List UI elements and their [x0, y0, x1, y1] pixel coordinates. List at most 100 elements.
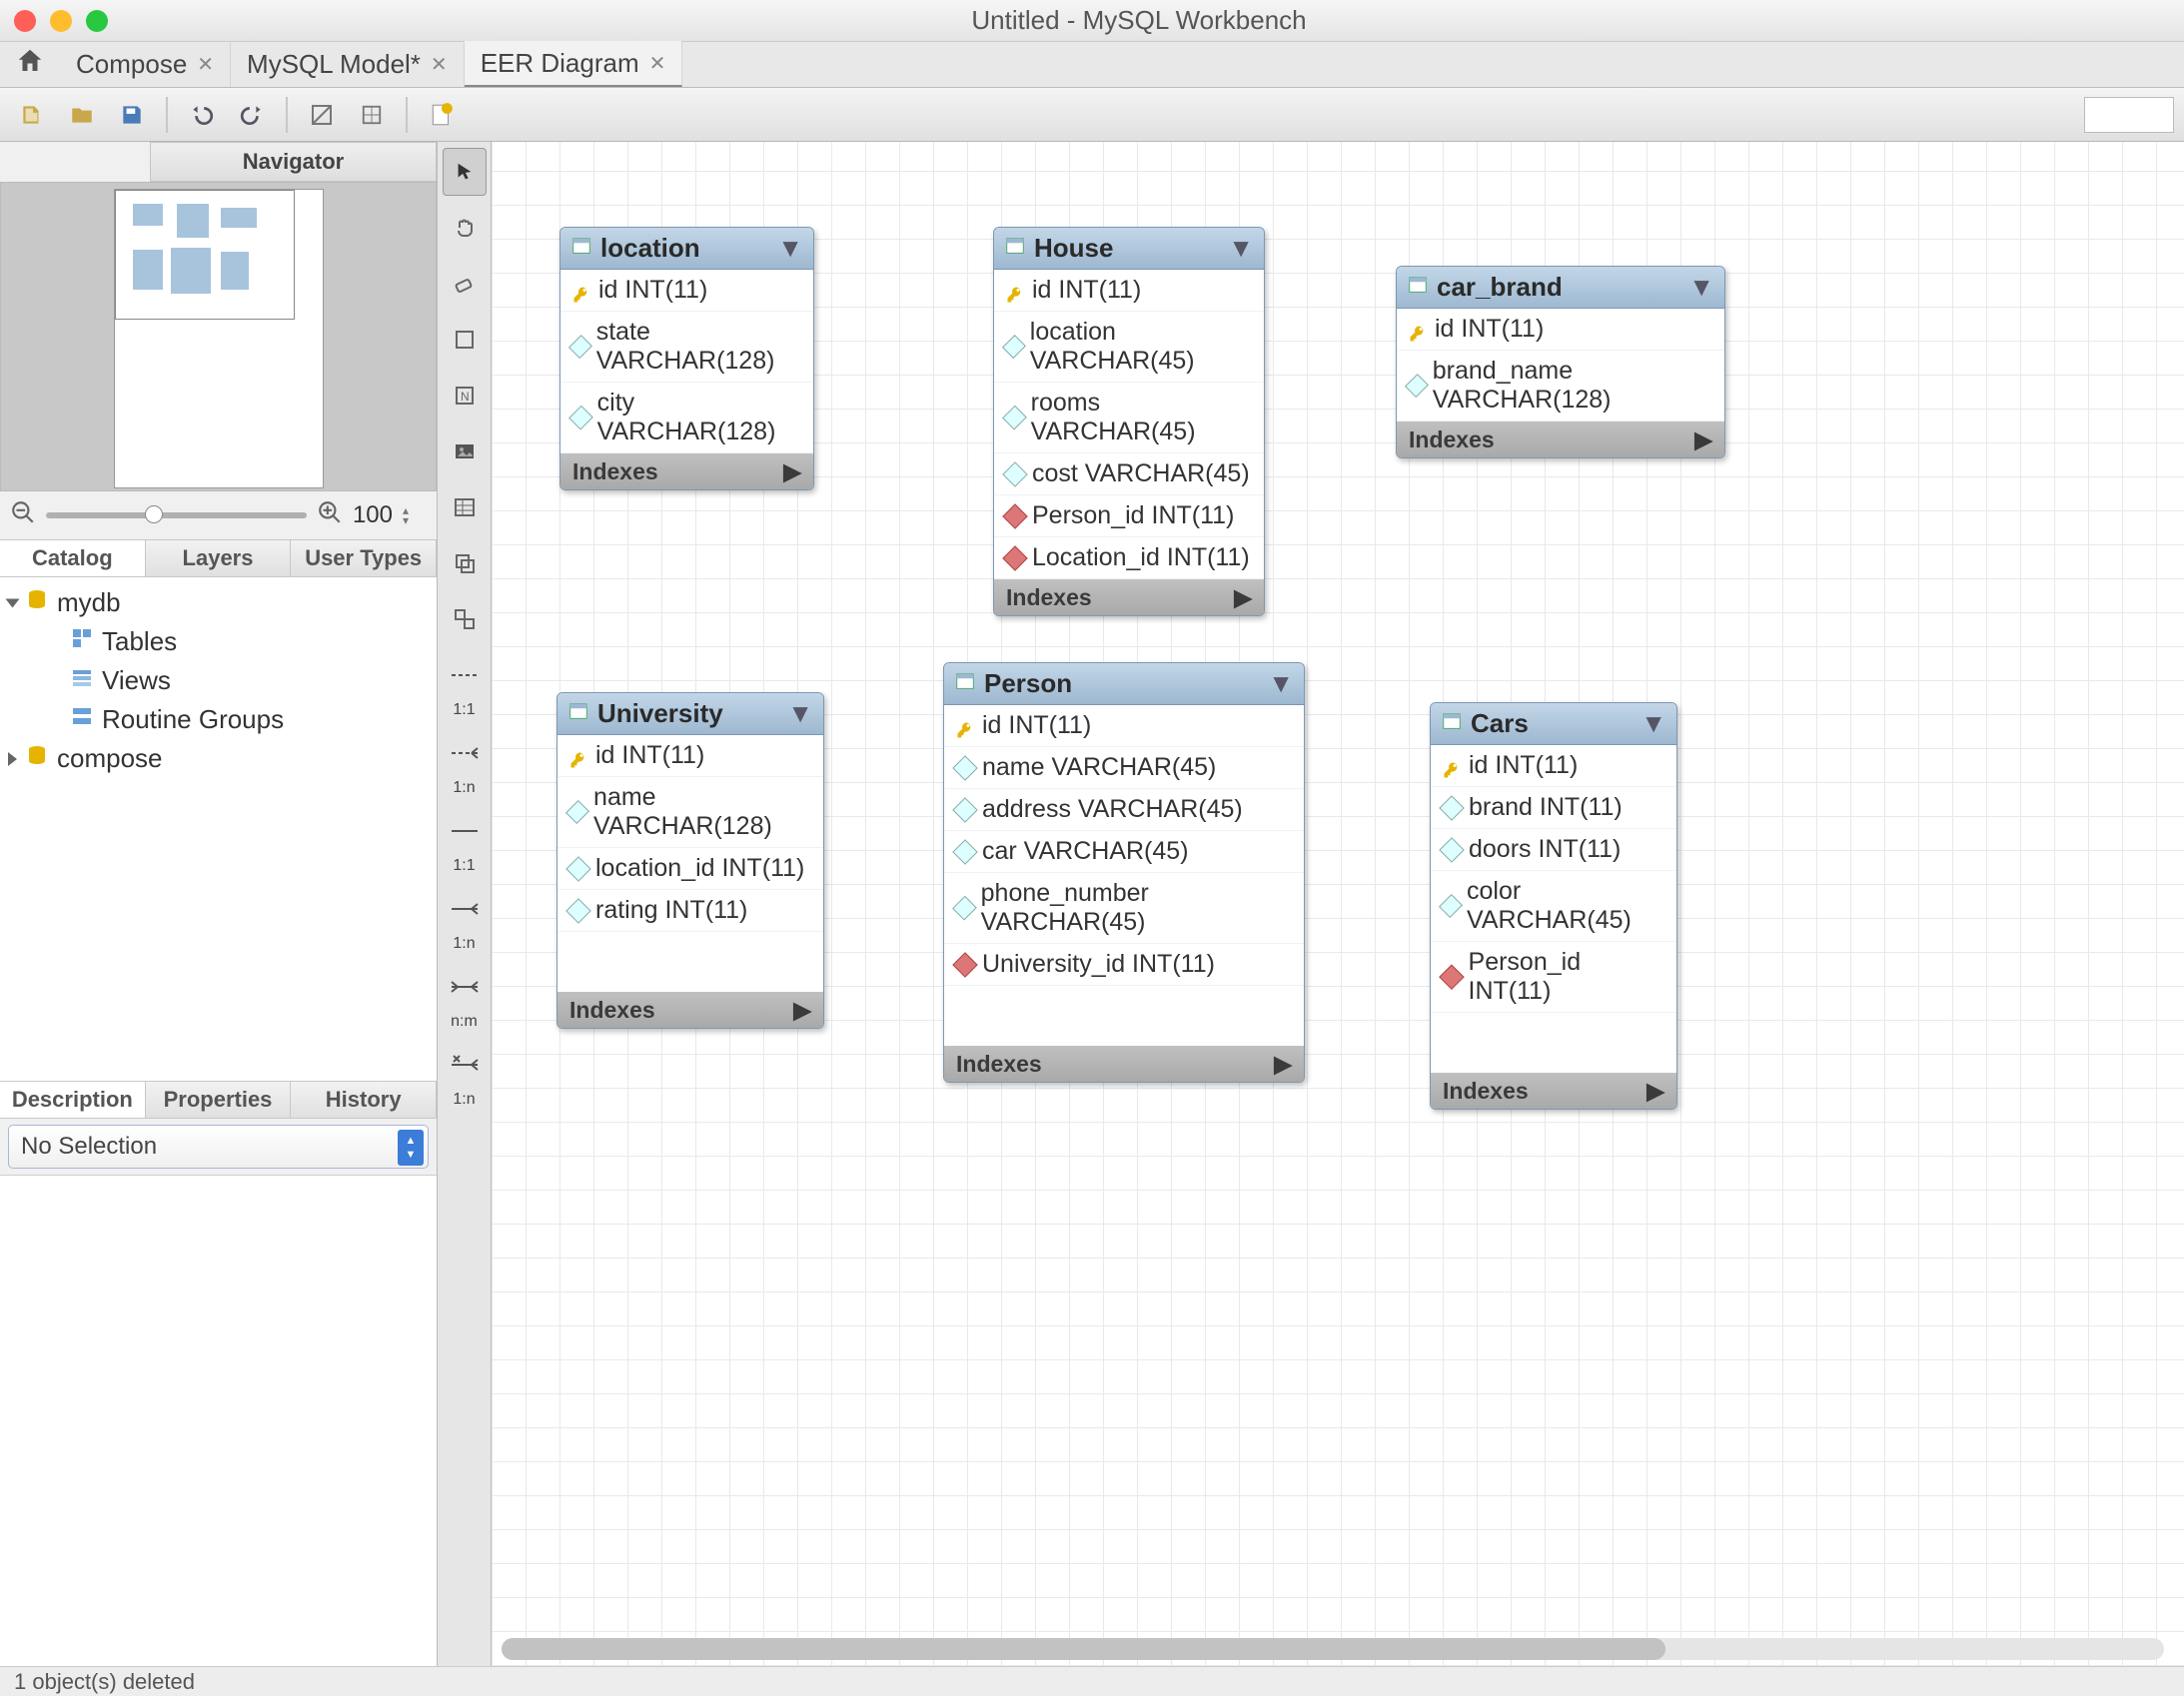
collapse-icon[interactable]: ▼ [1268, 668, 1294, 699]
rel-1-n-nonid-tool[interactable] [443, 729, 487, 777]
entity-column[interactable]: address VARCHAR(45) [944, 789, 1304, 831]
entity-column[interactable]: brand INT(11) [1431, 787, 1676, 829]
hand-tool[interactable] [443, 204, 487, 252]
tree-item-tables[interactable]: Tables [8, 622, 429, 661]
zoom-in-icon[interactable] [317, 499, 343, 532]
undo-button[interactable] [180, 95, 224, 135]
zoom-slider[interactable] [46, 512, 307, 518]
expand-icon[interactable]: ▶ [793, 997, 811, 1024]
tab-eer-diagram[interactable]: EER Diagram ✕ [465, 41, 683, 87]
expand-icon[interactable]: ▶ [1694, 426, 1712, 453]
tab-history[interactable]: History [291, 1082, 437, 1118]
expand-icon[interactable]: ▶ [1234, 584, 1252, 611]
view-tool[interactable] [443, 539, 487, 587]
entity-header[interactable]: Person▼ [944, 663, 1304, 705]
rel-1-1-nonid-tool[interactable] [443, 651, 487, 699]
entity-column[interactable]: name VARCHAR(45) [944, 747, 1304, 789]
collapse-icon[interactable]: ▼ [777, 233, 803, 264]
entity-column[interactable]: Location_id INT(11) [994, 537, 1264, 579]
rel-1-1-id-tool[interactable] [443, 807, 487, 855]
entity-header[interactable]: car_brand▼ [1397, 267, 1724, 309]
entity-location[interactable]: location▼id INT(11)state VARCHAR(128)cit… [559, 227, 814, 490]
entity-column[interactable]: rating INT(11) [557, 890, 823, 932]
indexes-section[interactable]: Indexes▶ [944, 1046, 1304, 1082]
entity-column[interactable]: brand_name VARCHAR(128) [1397, 351, 1724, 422]
home-tab[interactable] [0, 41, 60, 87]
new-file-button[interactable] [10, 95, 54, 135]
close-icon[interactable]: ✕ [431, 52, 448, 77]
entity-column[interactable]: name VARCHAR(128) [557, 777, 823, 848]
entity-column[interactable]: color VARCHAR(45) [1431, 871, 1676, 942]
tab-compose[interactable]: Compose ✕ [60, 41, 231, 87]
close-icon[interactable]: ✕ [649, 51, 666, 76]
maximize-window-button[interactable] [86, 10, 108, 32]
open-file-button[interactable] [60, 95, 104, 135]
rel-n-m-tool[interactable] [443, 963, 487, 1011]
toggle-grid-button[interactable] [300, 95, 344, 135]
selection-dropdown[interactable]: No Selection ▲▼ [8, 1125, 429, 1169]
entity-column[interactable]: Person_id INT(11) [1431, 942, 1676, 1013]
entity-column[interactable]: id INT(11) [560, 270, 813, 312]
tab-description[interactable]: Description [0, 1082, 146, 1118]
pointer-tool[interactable] [443, 148, 487, 196]
entity-person[interactable]: Person▼id INT(11)name VARCHAR(45)address… [943, 662, 1305, 1083]
routine-group-tool[interactable] [443, 595, 487, 643]
entity-column[interactable]: doors INT(11) [1431, 829, 1676, 871]
tab-layers[interactable]: Layers [146, 540, 292, 576]
tree-db-compose[interactable]: compose [8, 739, 429, 778]
tab-user-types[interactable]: User Types [291, 540, 437, 576]
tree-item-views[interactable]: Views [8, 661, 429, 700]
tab-properties[interactable]: Properties [146, 1082, 292, 1118]
entity-column[interactable]: city VARCHAR(128) [560, 383, 813, 453]
image-tool[interactable] [443, 427, 487, 475]
tab-catalog[interactable]: Catalog [0, 540, 146, 576]
entity-column[interactable]: id INT(11) [1431, 745, 1676, 787]
entity-column[interactable]: id INT(11) [994, 270, 1264, 312]
expand-icon[interactable]: ▶ [1646, 1078, 1664, 1105]
table-tool[interactable] [443, 483, 487, 531]
indexes-section[interactable]: Indexes▶ [557, 992, 823, 1028]
entity-column[interactable]: id INT(11) [944, 705, 1304, 747]
diagram-canvas[interactable]: location▼id INT(11)state VARCHAR(128)cit… [492, 142, 2184, 1666]
disclosure-triangle-icon[interactable] [8, 752, 17, 766]
entity-header[interactable]: Cars▼ [1431, 703, 1676, 745]
indexes-section[interactable]: Indexes▶ [560, 453, 813, 489]
tab-mysql-model[interactable]: MySQL Model* ✕ [231, 41, 465, 87]
tree-item-routine-groups[interactable]: Routine Groups [8, 700, 429, 739]
canvas-h-scrollbar[interactable] [502, 1638, 2164, 1660]
expand-icon[interactable]: ▶ [1274, 1051, 1292, 1078]
entity-column[interactable]: University_id INT(11) [944, 944, 1304, 986]
collapse-icon[interactable]: ▼ [1688, 272, 1714, 303]
indexes-section[interactable]: Indexes▶ [1431, 1073, 1676, 1109]
indexes-section[interactable]: Indexes▶ [994, 579, 1264, 615]
entity-column[interactable]: rooms VARCHAR(45) [994, 383, 1264, 453]
minimap[interactable] [0, 182, 437, 491]
entity-column[interactable]: location_id INT(11) [557, 848, 823, 890]
note-tool[interactable]: N [443, 372, 487, 420]
redo-button[interactable] [230, 95, 274, 135]
new-model-button[interactable] [420, 95, 464, 135]
entity-column[interactable]: cost VARCHAR(45) [994, 453, 1264, 495]
collapse-icon[interactable]: ▼ [1640, 708, 1666, 739]
entity-column[interactable]: car VARCHAR(45) [944, 831, 1304, 873]
expand-icon[interactable]: ▶ [783, 458, 801, 485]
tree-db-mydb[interactable]: mydb [8, 583, 429, 622]
entity-column[interactable]: id INT(11) [557, 735, 823, 777]
align-grid-button[interactable] [350, 95, 394, 135]
collapse-icon[interactable]: ▼ [1228, 233, 1254, 264]
entity-cars[interactable]: Cars▼id INT(11)brand INT(11)doors INT(11… [1430, 702, 1677, 1110]
entity-header[interactable]: House▼ [994, 228, 1264, 270]
close-icon[interactable]: ✕ [197, 52, 214, 77]
entity-university[interactable]: University▼id INT(11)name VARCHAR(128)lo… [556, 692, 824, 1029]
rel-existing-cols-tool[interactable] [443, 1041, 487, 1089]
entity-car_brand[interactable]: car_brand▼id INT(11)brand_name VARCHAR(1… [1396, 266, 1725, 458]
disclosure-triangle-icon[interactable] [6, 598, 20, 607]
toolbar-search[interactable] [2084, 97, 2174, 133]
entity-header[interactable]: location▼ [560, 228, 813, 270]
layer-tool[interactable] [443, 316, 487, 364]
entity-house[interactable]: House▼id INT(11)location VARCHAR(45)room… [993, 227, 1265, 616]
entity-column[interactable]: location VARCHAR(45) [994, 312, 1264, 383]
entity-header[interactable]: University▼ [557, 693, 823, 735]
collapse-icon[interactable]: ▼ [787, 698, 813, 729]
entity-column[interactable]: Person_id INT(11) [994, 495, 1264, 537]
